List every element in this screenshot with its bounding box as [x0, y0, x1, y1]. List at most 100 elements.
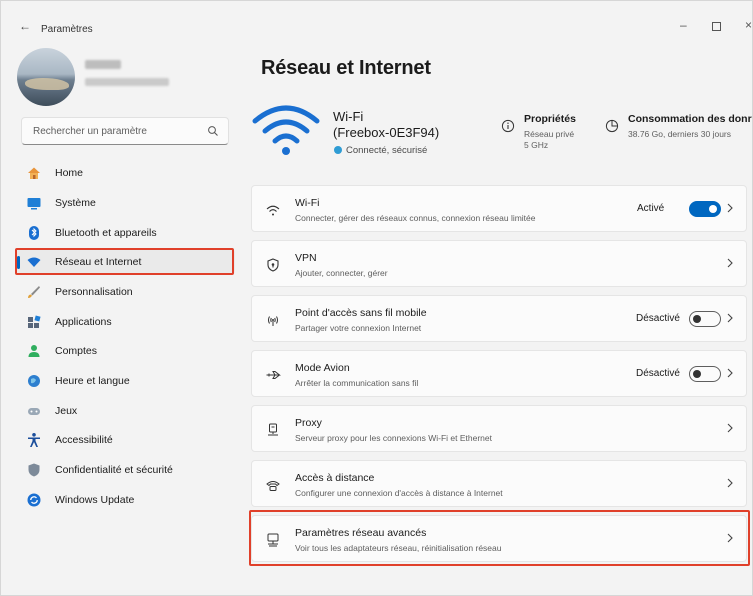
minimize-button[interactable]: –: [680, 19, 687, 31]
gamepad-icon: [28, 408, 40, 415]
card-subtitle: Connecter, gérer des réseaux connus, con…: [295, 213, 536, 223]
proxy-icon: [268, 423, 278, 436]
toggle-state-label: Désactivé: [636, 313, 680, 324]
card-subtitle: Ajouter, connecter, gérer: [295, 268, 388, 278]
sidebar-item-gaming[interactable]: Jeux: [15, 398, 235, 424]
airplane-mode-toggle[interactable]: [689, 366, 721, 382]
dialup-icon: [266, 481, 280, 491]
proxy-card[interactable]: Proxy Serveur proxy pour les connexions …: [251, 405, 747, 452]
card-title: VPN: [295, 252, 317, 264]
vpn-card[interactable]: VPN Ajouter, connecter, gérer: [251, 240, 747, 287]
card-title: Paramètres réseau avancés: [295, 527, 427, 539]
sidebar-item-label: Personnalisation: [55, 286, 133, 298]
sidebar-item-label: Réseau et Internet: [55, 256, 142, 268]
apps-icon: [28, 315, 41, 328]
selection-indicator: [17, 256, 20, 269]
system-icon: [27, 198, 41, 210]
connection-status: Connecté, sécurisé: [334, 145, 427, 156]
sidebar-item-personalization[interactable]: Personnalisation: [15, 279, 235, 305]
sidebar-item-label: Confidentialité et sécurité: [55, 464, 173, 476]
hotspot-icon: [268, 316, 278, 326]
chevron-right-icon: [727, 203, 733, 213]
accessibility-icon: [28, 433, 40, 447]
data-usage-icon: [605, 119, 619, 133]
dialup-card[interactable]: Accès à distance Configurer une connexio…: [251, 460, 747, 507]
sidebar-item-label: Windows Update: [55, 494, 135, 506]
advanced-network-icon: [267, 533, 279, 547]
sidebar-item-time-language[interactable]: Heure et langue: [15, 368, 235, 394]
sidebar-item-network[interactable]: Réseau et Internet: [15, 249, 235, 275]
page-title: Réseau et Internet: [261, 57, 431, 79]
wifi-card[interactable]: Wi-Fi Connecter, gérer des réseaux connu…: [251, 185, 747, 232]
back-button[interactable]: ←: [19, 20, 31, 32]
time-language-icon: [28, 375, 40, 387]
properties-network-profile: Réseau privé: [524, 129, 575, 139]
accounts-icon: [28, 345, 40, 357]
card-title: Proxy: [295, 417, 322, 429]
user-name-redacted: [85, 60, 121, 69]
mobile-hotspot-toggle[interactable]: [689, 311, 721, 327]
properties-band: 5 GHz: [524, 140, 549, 150]
vpn-shield-icon: [267, 258, 279, 272]
card-title: Wi-Fi: [295, 197, 320, 209]
shield-icon: [28, 463, 40, 477]
sidebar-item-bluetooth[interactable]: Bluetooth et appareils: [15, 220, 235, 246]
settings-window: ← Paramètres – × Rechercher un paramètre…: [0, 0, 753, 596]
chevron-right-icon: [727, 368, 733, 378]
bluetooth-icon: [29, 226, 39, 240]
search-input[interactable]: Rechercher un paramètre: [33, 126, 147, 137]
mobile-hotspot-card[interactable]: Point d'accès sans fil mobile Partager v…: [251, 295, 747, 342]
chevron-right-icon: [727, 478, 733, 488]
card-title: Point d'accès sans fil mobile: [295, 307, 427, 319]
chevron-right-icon: [727, 533, 733, 543]
toggle-state-label: Activé: [637, 203, 665, 214]
network-icon: [27, 257, 41, 267]
app-title: Paramètres: [41, 24, 93, 35]
sidebar-item-privacy[interactable]: Confidentialité et sécurité: [15, 457, 235, 483]
wifi-toggle[interactable]: [689, 201, 721, 217]
card-title: Mode Avion: [295, 362, 350, 374]
close-button[interactable]: ×: [745, 19, 752, 31]
advanced-network-settings-card[interactable]: Paramètres réseau avancés Voir tous les …: [251, 515, 747, 562]
data-usage-title: Consommation des donr: [628, 113, 752, 125]
airplane-icon: [266, 371, 281, 379]
card-subtitle: Serveur proxy pour les connexions Wi-Fi …: [295, 433, 493, 443]
card-subtitle: Arrêter la communication sans fil: [295, 378, 419, 388]
card-subtitle: Voir tous les adaptateurs réseau, réinit…: [295, 543, 502, 553]
network-type: Wi-Fi: [333, 109, 364, 124]
sidebar-item-applications[interactable]: Applications: [15, 309, 235, 335]
card-subtitle: Configurer une connexion d'accès à dista…: [295, 488, 503, 498]
sidebar-item-label: Applications: [55, 316, 112, 328]
brush-icon: [28, 286, 40, 298]
sidebar-item-windows-update[interactable]: Windows Update: [15, 487, 235, 513]
sidebar-item-system[interactable]: Système: [15, 190, 235, 216]
globe-icon: [334, 146, 342, 154]
sidebar-item-accessibility[interactable]: Accessibilité: [15, 427, 235, 453]
toggle-state-label: Désactivé: [636, 368, 680, 379]
wifi-icon: [266, 205, 280, 216]
sidebar-item-label: Heure et langue: [55, 375, 130, 387]
windows-update-icon: [27, 493, 41, 507]
card-title: Accès à distance: [295, 472, 375, 484]
info-icon: [501, 119, 515, 133]
data-usage-amount: 38.76 Go, derniers 30 jours: [628, 129, 732, 139]
sidebar-item-label: Bluetooth et appareils: [55, 227, 157, 239]
sidebar-item-label: Jeux: [55, 405, 78, 417]
sidebar-item-label: Système: [55, 197, 96, 209]
card-subtitle: Partager votre connexion Internet: [295, 323, 422, 333]
connection-status-text: Connecté, sécurisé: [346, 145, 428, 156]
sidebar-item-home[interactable]: Home: [15, 160, 235, 186]
maximize-button[interactable]: [712, 22, 721, 31]
title-bar: ← Paramètres – ×: [1, 1, 753, 41]
avatar: [17, 48, 75, 106]
wifi-large-icon: [252, 105, 320, 155]
network-name: (Freebox-0E3F94): [333, 125, 440, 140]
search-icon: [208, 126, 218, 136]
user-email-redacted: [85, 78, 169, 86]
sidebar-item-label: Home: [55, 167, 84, 179]
chevron-right-icon: [727, 423, 733, 433]
sidebar-item-accounts[interactable]: Comptes: [15, 338, 235, 364]
search-box[interactable]: Rechercher un paramètre: [21, 117, 229, 145]
sidebar-item-label: Accessibilité: [55, 434, 113, 446]
airplane-mode-card[interactable]: Mode Avion Arrêter la communication sans…: [251, 350, 747, 397]
